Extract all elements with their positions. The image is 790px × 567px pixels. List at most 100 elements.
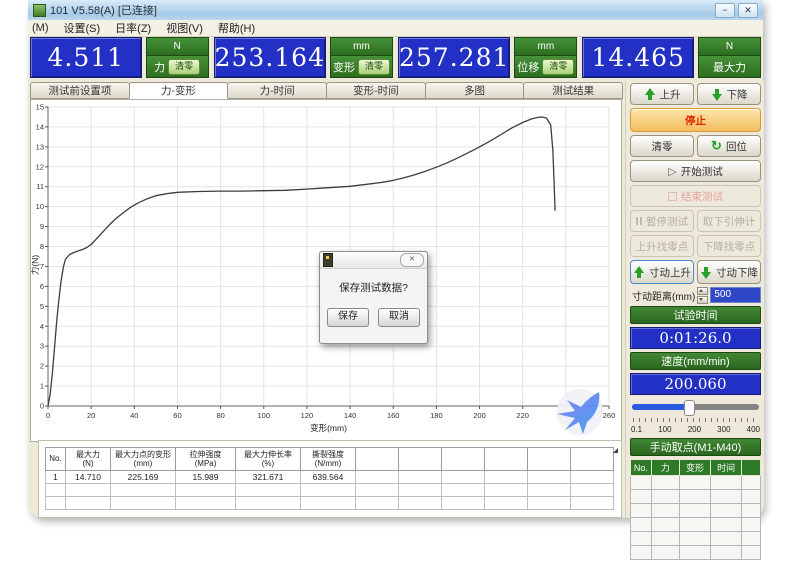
results-header-empty (485, 448, 528, 471)
table-scroll-arrow[interactable] (613, 448, 618, 453)
results-cell (485, 471, 528, 484)
deform-value: 253.164 (214, 37, 326, 78)
manual-table-cell (742, 546, 761, 560)
end-test-label: 结束测试 (681, 189, 723, 204)
jog-down-button[interactable]: 寸动下降 (697, 260, 761, 284)
maxforce-unit: N (699, 38, 760, 56)
slider-tick-label: 400 (747, 425, 760, 435)
screen: 101 V5.58(A) [已连接] − ✕ (M) 设置(S) 日率(Z) 视图(V… (0, 0, 790, 567)
end-test-button[interactable]: 结束测试 (630, 185, 761, 207)
speed-slider[interactable] (632, 399, 759, 414)
menu-item[interactable]: 设置(S) (64, 20, 101, 36)
menu-item[interactable]: 帮助(H) (218, 20, 255, 36)
force-clear-button[interactable]: 清零 (168, 59, 200, 75)
manual-table-header: 变形 (679, 460, 710, 476)
results-header-empty (399, 448, 442, 471)
svg-text:0: 0 (40, 402, 44, 411)
results-row[interactable]: 114.710225.16915.989321.671639.564 (46, 471, 614, 484)
dialog-cancel-button[interactable]: 取消 (378, 308, 420, 327)
return-button[interactable]: ↻ 回位 (697, 135, 761, 157)
svg-text:14: 14 (36, 122, 44, 131)
pause-test-button[interactable]: 暂停测试 (630, 210, 694, 232)
slider-fill (632, 404, 688, 410)
manual-table-cell (679, 532, 710, 546)
results-cell: 225.169 (111, 471, 176, 484)
down-button-label: 下降 (727, 87, 748, 102)
svg-text:8: 8 (40, 242, 44, 251)
results-cell (356, 471, 399, 484)
remove-extensometer-label: 取下引伸计 (703, 214, 756, 229)
force-value: 4.511 (30, 37, 142, 78)
results-header: 最大力(N) (66, 448, 111, 471)
manual-table-row (631, 546, 761, 560)
manual-table-cell (631, 490, 652, 504)
tab[interactable]: 多图 (425, 82, 525, 99)
tab[interactable]: 力-时间 (227, 82, 327, 99)
force-unit: N (147, 38, 208, 56)
menu-item[interactable]: 视图(V) (166, 20, 203, 36)
slider-tick-label: 300 (717, 425, 730, 435)
results-row-empty (46, 497, 614, 510)
dialog-save-button[interactable]: 保存 (327, 308, 369, 327)
down-button[interactable]: 下降 (697, 83, 761, 105)
dialog-close-button[interactable]: ✕ (400, 253, 424, 267)
manual-table-cell (651, 546, 679, 560)
window-title: 101 V5.58(A) [已连接] (50, 2, 712, 18)
tab[interactable]: 变形-时间 (326, 82, 426, 99)
tab[interactable]: 测试前设置项 (30, 82, 130, 99)
jog-up-button[interactable]: 寸动上升 (630, 260, 694, 284)
svg-text:11: 11 (36, 182, 44, 191)
play-icon: ▷ (668, 165, 676, 178)
svg-text:40: 40 (130, 411, 138, 420)
menubar: (M) 设置(S) 日率(Z) 视图(V) 帮助(H) (28, 20, 763, 37)
manual-table-row (631, 490, 761, 504)
manual-table-row (631, 476, 761, 490)
pause-icon (636, 217, 642, 225)
position-label: 位移 (517, 59, 539, 75)
zero-button[interactable]: 清零 (630, 135, 694, 157)
slider-ruler (633, 418, 758, 422)
results-header-empty (571, 448, 614, 471)
tab[interactable]: 测试结果 (523, 82, 623, 99)
manual-table-cell (711, 532, 742, 546)
remove-extensometer-button[interactable]: 取下引伸计 (697, 210, 761, 232)
slider-thumb[interactable] (684, 400, 695, 416)
results-area: No.最大力(N)最大力点的变形(mm)拉伸强度(MPa)最大力伸长率(%)撕裂… (38, 440, 622, 518)
menu-item[interactable]: 日率(Z) (115, 20, 151, 36)
results-header: 最大力点的变形(mm) (111, 448, 176, 471)
results-cell (399, 471, 442, 484)
svg-text:160: 160 (387, 411, 400, 420)
slider-tick-label: 0.1 (631, 425, 642, 435)
manual-table-cell (742, 476, 761, 490)
slider-tick-labels: 0.1100200300400 (631, 425, 760, 435)
manual-table-cell (631, 518, 652, 532)
jog-up-arrow-icon (633, 266, 645, 279)
jog-distance-input[interactable]: 500 (710, 287, 761, 303)
svg-text:20: 20 (87, 411, 95, 420)
manual-table-cell (631, 546, 652, 560)
maxforce-unitbox: N 最大力 (698, 37, 761, 78)
manual-table-cell (679, 504, 710, 518)
minimize-button[interactable]: − (715, 3, 735, 18)
manual-table-cell (679, 518, 710, 532)
menu-item[interactable]: (M) (32, 22, 49, 34)
stop-button[interactable]: 停止 (630, 108, 761, 132)
down-find-zero-button[interactable]: 下降找零点 (697, 235, 761, 257)
svg-text:6: 6 (40, 282, 44, 291)
deform-clear-button[interactable]: 清零 (358, 59, 390, 75)
close-button[interactable]: ✕ (738, 3, 758, 18)
up-button[interactable]: 上升 (630, 83, 694, 105)
dialog-message: 保存测试数据? (320, 280, 427, 295)
svg-text:0: 0 (46, 411, 50, 420)
svg-text:变形(mm): 变形(mm) (310, 423, 347, 433)
up-find-zero-button[interactable]: 上升找零点 (630, 235, 694, 257)
jog-distance-spinner[interactable] (697, 287, 708, 304)
position-clear-button[interactable]: 清零 (542, 59, 574, 75)
results-header: 拉伸强度(MPa) (176, 448, 236, 471)
manual-table-cell (651, 490, 679, 504)
results-table: No.最大力(N)最大力点的变形(mm)拉伸强度(MPa)最大力伸长率(%)撕裂… (45, 447, 614, 510)
manual-table-cell (742, 504, 761, 518)
tab[interactable]: 力-变形 (129, 82, 229, 99)
start-test-button[interactable]: ▷ 开始测试 (630, 160, 761, 182)
display-row: 4.511 N 力 清零 253.164 mm 变形 清零 (30, 37, 761, 78)
